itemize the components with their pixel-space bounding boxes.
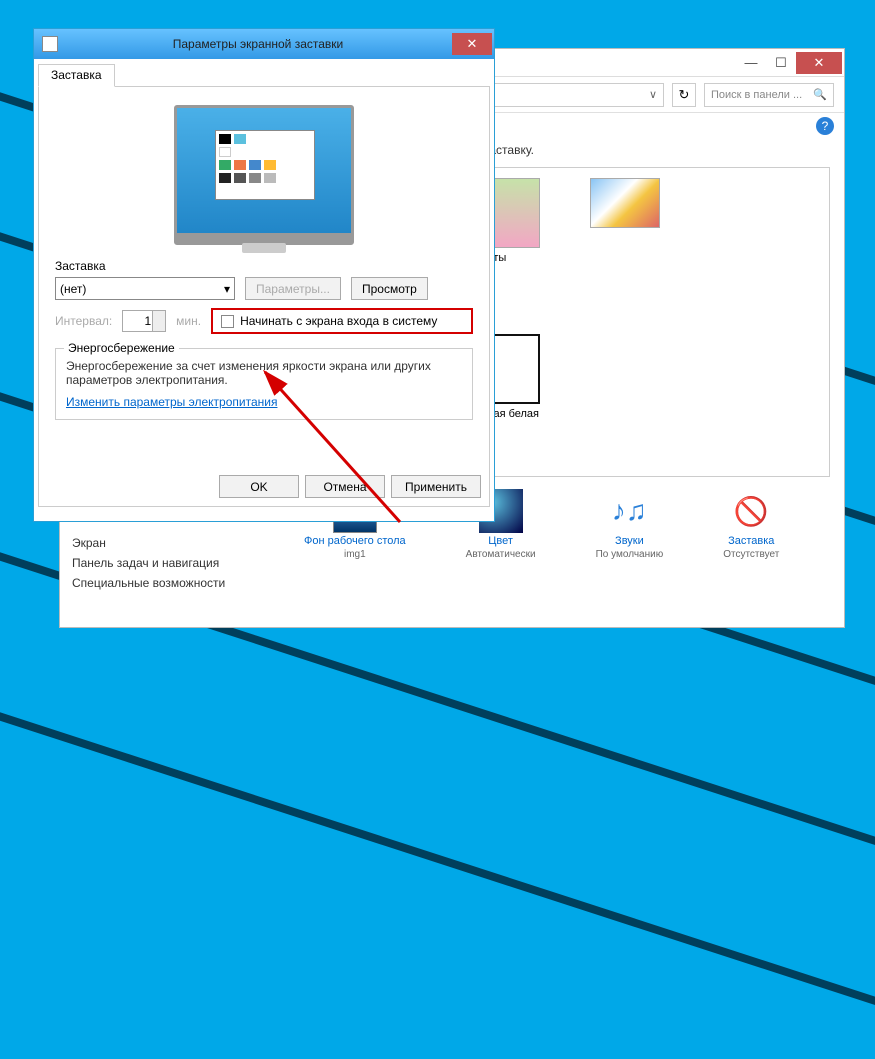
bg-label: Фон рабочего стола bbox=[304, 535, 406, 547]
interval-spinner[interactable]: 1 bbox=[122, 310, 166, 332]
sound-value: По умолчанию bbox=[596, 549, 664, 560]
search-input[interactable]: Поиск в панели ... 🔍 bbox=[704, 83, 834, 107]
screensaver-select[interactable]: (нет) ▾ bbox=[55, 277, 235, 300]
theme-item[interactable] bbox=[575, 178, 675, 264]
chevron-down-icon: ▾ bbox=[224, 282, 230, 296]
tab-screensaver[interactable]: Заставка bbox=[38, 64, 115, 87]
preview-monitor bbox=[174, 105, 354, 245]
minimize-button[interactable]: — bbox=[736, 52, 766, 74]
help-icon[interactable]: ? bbox=[816, 117, 834, 135]
preview-window bbox=[215, 130, 315, 200]
maximize-button[interactable]: ☐ bbox=[766, 52, 796, 74]
color-value: Автоматически bbox=[466, 549, 536, 560]
cancel-button[interactable]: Отмена bbox=[305, 475, 385, 498]
sound-icon: ♪♫ bbox=[607, 489, 651, 533]
sound-link[interactable]: ♪♫ Звуки По умолчанию bbox=[596, 489, 664, 560]
refresh-button[interactable]: ↻ bbox=[672, 83, 696, 107]
saver-value: Отсутствует bbox=[723, 549, 779, 560]
group-text: Энергосбережение за счет изменения яркос… bbox=[66, 359, 462, 387]
sidebar-item-screen[interactable]: Экран bbox=[72, 533, 248, 553]
dialog-buttons: OK Отмена Применить bbox=[219, 475, 481, 498]
interval-unit: мин. bbox=[176, 314, 201, 328]
power-group: Энергосбережение Энергосбережение за сче… bbox=[55, 348, 473, 420]
sound-label: Звуки bbox=[615, 535, 644, 547]
dialog-titlebar: Параметры экранной заставки ✕ bbox=[34, 29, 494, 59]
sidebar-item-accessibility[interactable]: Специальные возможности bbox=[72, 573, 248, 593]
dialog-title: Параметры экранной заставки bbox=[64, 37, 452, 51]
tabstrip: Заставка bbox=[38, 63, 490, 87]
screensaver-value: (нет) bbox=[60, 282, 86, 296]
color-label: Цвет bbox=[488, 535, 513, 547]
login-checkbox[interactable] bbox=[221, 315, 234, 328]
screensaver-link[interactable]: 🚫 Заставка Отсутствует bbox=[723, 489, 779, 560]
bg-value: img1 bbox=[344, 549, 366, 560]
tab-content: Заставка (нет) ▾ Параметры... Просмотр И… bbox=[38, 87, 490, 507]
login-checkbox-label: Начинать с экрана входа в систему bbox=[240, 314, 437, 328]
power-settings-link[interactable]: Изменить параметры электропитания bbox=[66, 395, 277, 409]
ok-button[interactable]: OK bbox=[219, 475, 299, 498]
sidebar-item-taskbar[interactable]: Панель задач и навигация bbox=[72, 553, 248, 573]
search-placeholder: Поиск в панели ... bbox=[711, 89, 813, 101]
login-checkbox-row[interactable]: Начинать с экрана входа в систему bbox=[211, 308, 473, 334]
group-title: Энергосбережение bbox=[64, 341, 179, 355]
screensaver-label: Заставка bbox=[55, 259, 473, 273]
apply-button[interactable]: Применить bbox=[391, 475, 481, 498]
screensaver-dialog: Параметры экранной заставки ✕ Заставка З… bbox=[33, 28, 495, 522]
search-icon: 🔍 bbox=[813, 88, 827, 101]
preview-button[interactable]: Просмотр bbox=[351, 277, 428, 300]
params-button[interactable]: Параметры... bbox=[245, 277, 341, 300]
interval-label: Интервал: bbox=[55, 314, 112, 328]
saver-label: Заставка bbox=[728, 535, 774, 547]
dialog-icon bbox=[42, 36, 58, 52]
theme-thumb bbox=[590, 178, 660, 228]
screensaver-icon: 🚫 bbox=[729, 489, 773, 533]
dialog-close-button[interactable]: ✕ bbox=[452, 33, 492, 55]
close-button[interactable]: ✕ bbox=[796, 52, 842, 74]
